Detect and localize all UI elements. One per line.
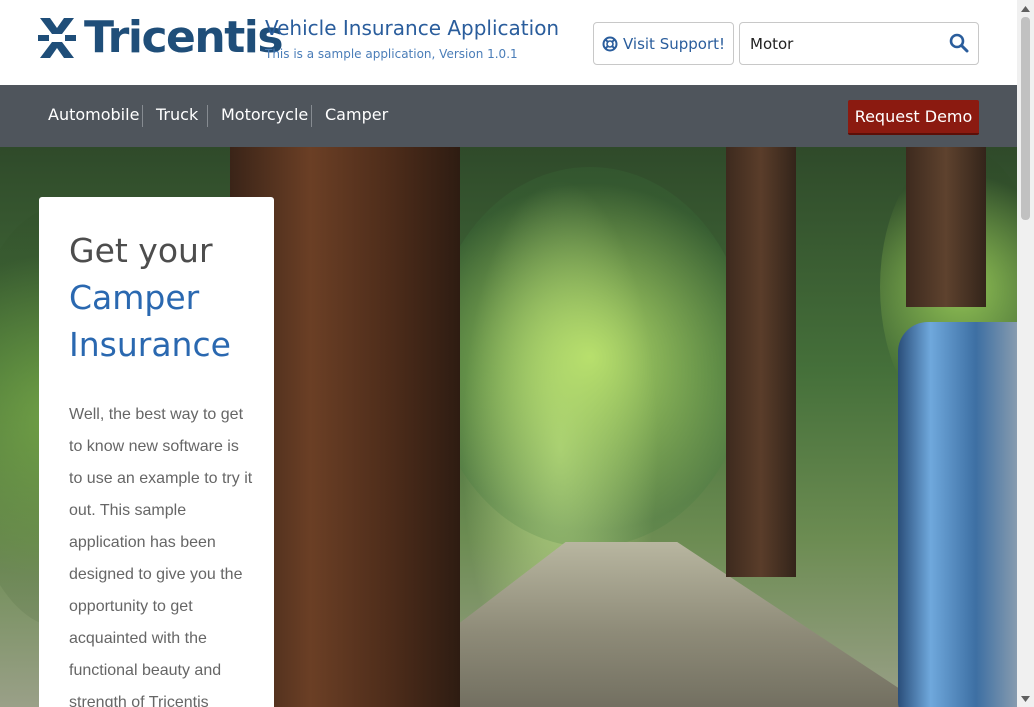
page-header: Tricentis Vehicle Insurance Application … [0,0,1017,85]
foliage [430,167,750,547]
visit-support-label: Visit Support! [622,34,726,53]
search-box[interactable] [739,22,979,65]
visit-support-button[interactable]: Visit Support! [593,22,734,65]
app-subtitle: This is a sample application, Version 1.… [265,47,518,61]
nav-divider [311,105,312,127]
app-title: Vehicle Insurance Application [265,16,560,40]
search-icon[interactable] [949,33,969,53]
tricentis-logo-icon [38,18,76,58]
brand-logo[interactable]: Tricentis [38,12,284,63]
tree-trunk [726,147,796,577]
request-demo-button[interactable]: Request Demo [848,100,979,135]
lifebuoy-icon [602,36,618,51]
title-line-accent: Insurance [69,325,231,364]
scroll-up-icon[interactable] [1017,0,1034,17]
nav-item-motorcycle[interactable]: Motorcycle [221,105,308,124]
tree-trunk [906,147,986,307]
page-title: Get your Camper Insurance [69,227,231,368]
intro-card: Get your Camper Insurance Well, the best… [39,197,274,707]
intro-text: Well, the best way to get to know new so… [69,406,253,707]
nav-item-automobile[interactable]: Automobile [48,105,139,124]
nav-divider [207,105,208,127]
scroll-thumb[interactable] [1021,17,1030,220]
title-line: Get your [69,231,213,270]
scroll-down-icon[interactable] [1017,690,1034,707]
title-line-accent: Camper [69,278,200,317]
search-input[interactable] [740,23,940,64]
brand-name: Tricentis [84,12,284,63]
camper-trailer [898,322,1017,707]
nav-item-truck[interactable]: Truck [156,105,198,124]
nav-item-camper[interactable]: Camper [325,105,388,124]
nav-divider [142,105,143,127]
vertical-scrollbar[interactable] [1017,0,1034,707]
